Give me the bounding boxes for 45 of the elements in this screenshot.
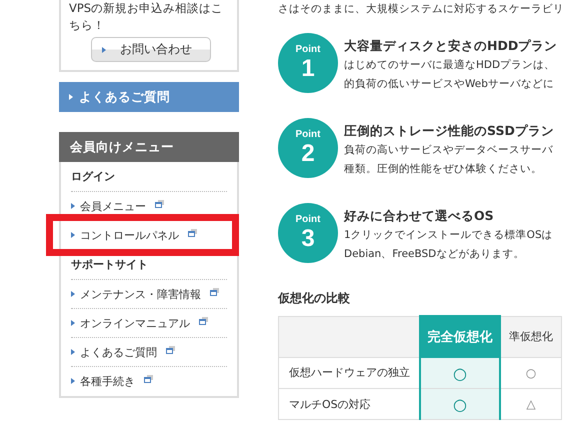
menu-link[interactable]: 各種手続き xyxy=(71,367,227,395)
point-description: 的負荷の低いサービスやWebサーバなどに xyxy=(344,77,555,92)
menu-link[interactable]: メンテナンス・障害情報 xyxy=(71,280,227,308)
point-badge: Point 2 xyxy=(278,118,338,178)
column-header: 完全仮想化 xyxy=(420,316,500,357)
table-cell: △ xyxy=(500,388,562,420)
new-window-icon xyxy=(199,317,208,325)
contact-button[interactable]: お問い合わせ xyxy=(91,37,211,62)
bullet-icon xyxy=(71,349,75,355)
contact-text: VPSの新規お申込み相談はこちら！ xyxy=(69,0,224,34)
bullet-icon xyxy=(71,378,75,384)
column-header: 準仮想化 xyxy=(500,316,562,357)
bullet-icon xyxy=(71,291,75,297)
bullet-icon xyxy=(69,94,73,100)
bullet-icon xyxy=(71,320,75,326)
point-title: 好みに合わせて選べるOS xyxy=(344,207,495,225)
menu-link[interactable]: 会員メニュー xyxy=(71,192,227,220)
point-title: 大容量ディスクと安さのHDDプラン xyxy=(344,37,558,55)
new-window-icon xyxy=(155,200,164,208)
point-description: 負荷の高いサービスやデータベースサーバ xyxy=(344,143,554,158)
bullet-icon xyxy=(102,46,106,52)
new-window-icon xyxy=(166,346,175,354)
menu-section-heading: サポートサイト xyxy=(71,250,227,280)
new-window-icon xyxy=(144,375,153,383)
point-badge: Point 1 xyxy=(278,33,338,93)
point-title: 圧倒的ストレージ性能のSSDプラン xyxy=(344,122,554,140)
menu-link[interactable]: コントロールパネル xyxy=(71,221,227,249)
new-window-icon xyxy=(210,288,219,296)
point-badge: Point 3 xyxy=(278,203,338,263)
new-window-icon xyxy=(188,229,197,237)
point-description: Debian、FreeBSDなどがあります。 xyxy=(344,247,526,262)
menu-header: 会員向けメニュー xyxy=(59,132,239,162)
menu-link[interactable]: オンラインマニュアル xyxy=(71,309,227,337)
menu-section-heading: ログイン xyxy=(71,162,227,192)
table-cell: ○ xyxy=(420,357,500,388)
table-title: 仮想化の比較 xyxy=(278,290,351,307)
bullet-icon xyxy=(71,203,75,209)
menu-link[interactable]: よくあるご質問 xyxy=(71,338,227,366)
intro-text: さはそのままに、大規模システムに対応するスケーラビリ xyxy=(278,2,562,17)
table-cell: ○ xyxy=(500,357,562,388)
point-description: 種類。圧倒的性能をぜひ体験ください。 xyxy=(344,162,543,177)
table-cell: ○ xyxy=(420,388,500,420)
point-description: はじめてのサーバに最適なHDDプランは、 xyxy=(344,58,556,73)
point-description: 1クリックでインストールできる標準OSは xyxy=(344,228,553,243)
bullet-icon xyxy=(71,232,75,238)
